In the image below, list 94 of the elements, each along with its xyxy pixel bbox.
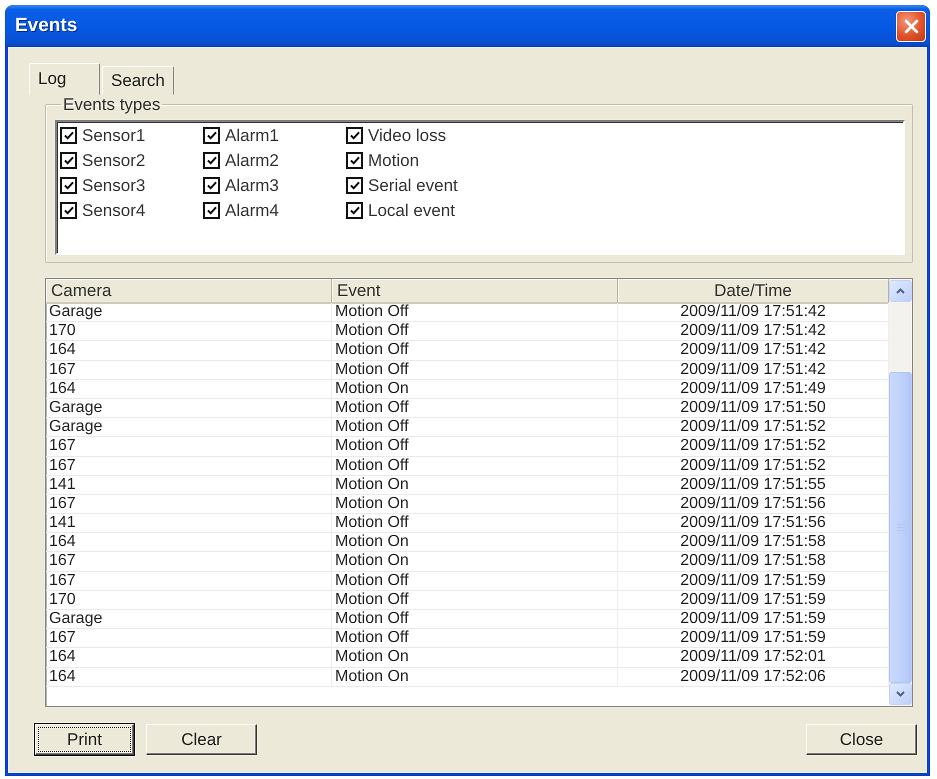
table-cell: Motion On bbox=[332, 648, 618, 667]
caret-down-icon bbox=[896, 691, 905, 697]
checkbox-label[interactable]: Alarm3 bbox=[225, 176, 279, 196]
checkbox[interactable] bbox=[60, 202, 77, 219]
check-icon bbox=[64, 181, 74, 190]
table-cell: Motion On bbox=[332, 380, 618, 398]
column-header[interactable]: Event bbox=[332, 279, 618, 304]
table-cell: 170 bbox=[46, 322, 332, 340]
checkbox[interactable] bbox=[203, 202, 220, 219]
check-icon bbox=[64, 156, 74, 165]
table-cell: Motion Off bbox=[332, 456, 618, 475]
checkbox[interactable] bbox=[346, 127, 363, 144]
check-icon bbox=[206, 156, 216, 165]
scrollbar-thumb[interactable] bbox=[889, 372, 912, 683]
checkbox-label[interactable]: Sensor1 bbox=[82, 126, 146, 146]
table-cell: Motion Off bbox=[332, 610, 618, 628]
window-title: Events bbox=[15, 15, 78, 37]
checkbox-label[interactable]: Alarm4 bbox=[225, 200, 279, 220]
table-cell: 167 bbox=[46, 552, 332, 571]
table-cell: 167 bbox=[46, 437, 332, 456]
caret-up-icon bbox=[896, 288, 905, 294]
table-cell: 141 bbox=[46, 514, 332, 532]
checkbox-label[interactable]: Alarm2 bbox=[225, 150, 279, 170]
checkbox-label[interactable]: Motion bbox=[368, 150, 420, 170]
table-cell: Motion Off bbox=[332, 418, 618, 436]
scrollbar[interactable] bbox=[889, 279, 912, 706]
column-header[interactable]: Date/Time bbox=[618, 279, 889, 304]
close-button[interactable] bbox=[896, 10, 926, 42]
checkbox-label[interactable]: Alarm1 bbox=[225, 126, 279, 146]
checkbox[interactable] bbox=[203, 127, 220, 144]
checkbox-label[interactable]: Sensor3 bbox=[82, 176, 146, 196]
table-cell: 164 bbox=[46, 648, 332, 667]
check-icon bbox=[64, 131, 74, 140]
checkbox[interactable] bbox=[60, 177, 77, 194]
table-cell: Motion Off bbox=[332, 572, 618, 590]
table-cell: Motion On bbox=[332, 476, 618, 494]
scroll-down-button[interactable] bbox=[889, 683, 912, 705]
checkbox-label[interactable]: Video loss bbox=[368, 126, 446, 146]
table-cell: 167 bbox=[46, 629, 332, 648]
table-cell: 167 bbox=[46, 456, 332, 475]
tab[interactable]: Log bbox=[29, 63, 100, 95]
column-header[interactable]: Camera bbox=[46, 279, 332, 304]
table-cell: Motion On bbox=[332, 533, 618, 552]
close-icon bbox=[904, 18, 918, 34]
check-icon bbox=[206, 181, 216, 190]
table-cell: 170 bbox=[46, 590, 332, 609]
table-cell: Motion Off bbox=[332, 322, 618, 340]
check-icon bbox=[350, 131, 360, 140]
check-icon bbox=[64, 206, 74, 215]
tab[interactable]: Search bbox=[102, 66, 174, 95]
table-cell: Motion On bbox=[332, 668, 618, 686]
checkbox[interactable] bbox=[203, 152, 220, 169]
dialog-button[interactable]: Close bbox=[806, 724, 917, 755]
table-cell: 164 bbox=[46, 341, 332, 360]
checkbox-label[interactable]: Sensor4 bbox=[82, 200, 146, 220]
checkbox[interactable] bbox=[203, 177, 220, 194]
table-cell: Garage bbox=[46, 418, 332, 436]
checkbox-label[interactable]: Local event bbox=[368, 200, 455, 220]
group-label: Events types bbox=[62, 95, 162, 114]
table-cell: Garage bbox=[46, 610, 332, 628]
table-cell: 141 bbox=[46, 476, 332, 494]
table-cell: 167 bbox=[46, 360, 332, 379]
check-icon bbox=[350, 206, 360, 215]
table-cell: Motion On bbox=[332, 494, 618, 514]
check-icon bbox=[206, 131, 216, 140]
table-cell: 164 bbox=[46, 533, 332, 552]
checkbox[interactable] bbox=[60, 127, 77, 144]
dialog-button[interactable]: Print bbox=[35, 724, 134, 755]
table-cell: 167 bbox=[46, 572, 332, 590]
table-cell: Motion Off bbox=[332, 514, 618, 532]
checkbox-label[interactable]: Sensor2 bbox=[82, 150, 146, 170]
checkbox[interactable] bbox=[346, 177, 363, 194]
table-cell: Motion On bbox=[332, 552, 618, 571]
table-cell: Motion Off bbox=[332, 437, 618, 456]
checkbox[interactable] bbox=[60, 152, 77, 169]
table-cell: Motion Off bbox=[332, 303, 618, 322]
table-cell: 167 bbox=[46, 494, 332, 514]
table-cell: 164 bbox=[46, 668, 332, 686]
dialog-button[interactable]: Clear bbox=[146, 724, 257, 755]
table-cell: Motion Off bbox=[332, 590, 618, 609]
scroll-up-button[interactable] bbox=[889, 280, 912, 302]
checkbox[interactable] bbox=[346, 202, 363, 219]
checkbox-label[interactable]: Serial event bbox=[368, 176, 458, 196]
table-cell: Garage bbox=[46, 303, 332, 322]
table-cell: Motion Off bbox=[332, 398, 618, 418]
table-cell: 164 bbox=[46, 380, 332, 398]
table-cell: Motion Off bbox=[332, 341, 618, 360]
table-cell: Motion Off bbox=[332, 629, 618, 648]
check-icon bbox=[350, 181, 360, 190]
checkbox[interactable] bbox=[346, 152, 363, 169]
check-icon bbox=[350, 156, 360, 165]
table-cell: Garage bbox=[46, 398, 332, 418]
check-icon bbox=[206, 206, 216, 215]
table-cell: Motion Off bbox=[332, 360, 618, 379]
